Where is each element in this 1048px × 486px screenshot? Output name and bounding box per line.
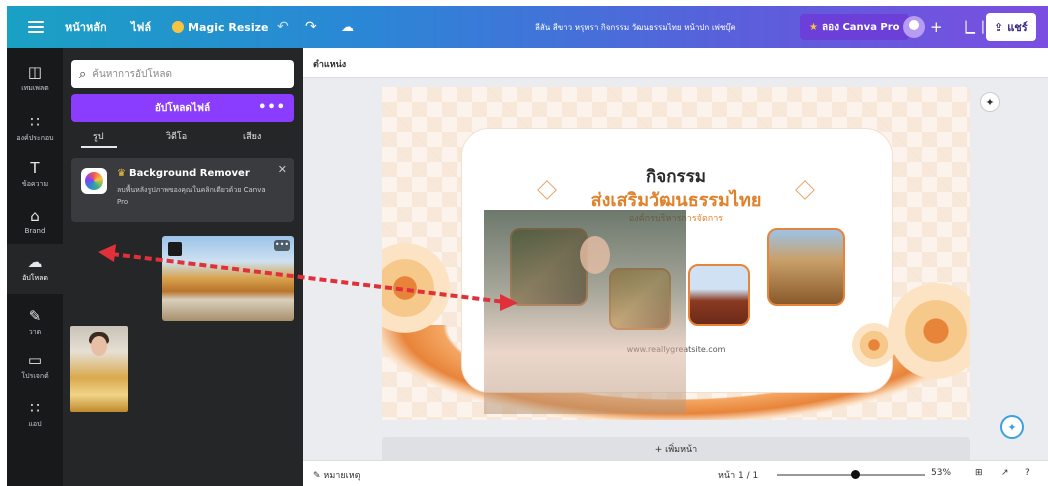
sidebar-item-label: Brand xyxy=(24,226,46,235)
search-placeholder: ค้นหาการอัปโหลด xyxy=(92,68,172,80)
share-icon: ⇪ xyxy=(994,20,1004,34)
brand-icon: ⌂ xyxy=(30,206,40,225)
magic-resize-button[interactable]: Magic Resize xyxy=(172,6,268,48)
sidebar-item-draw[interactable]: ✎ วาด xyxy=(7,298,63,348)
search-input[interactable]: ⌕ ค้นหาการอัปโหลด xyxy=(71,60,294,88)
select-checkbox[interactable] xyxy=(168,242,182,256)
sidebar-item-label: ข้อความ xyxy=(21,180,49,188)
crown-icon xyxy=(172,21,184,33)
sidebar-item-projects[interactable]: ▭ โปรเจกต์ xyxy=(7,342,63,392)
menu-button[interactable] xyxy=(28,6,44,48)
sidebar-item-label: วาด xyxy=(28,328,42,336)
tab-videos[interactable]: วิดีโอ xyxy=(166,129,187,143)
photo-frame[interactable] xyxy=(767,228,845,306)
image-more-options-icon[interactable]: ••• xyxy=(274,240,290,251)
sidebar-item-label: แอป xyxy=(28,420,42,428)
page-indicator[interactable]: หน้า 1 / 1 xyxy=(718,468,758,482)
apps-grid-icon: ∷ xyxy=(30,399,40,417)
more-options-icon[interactable]: ••• xyxy=(258,100,286,115)
active-tab-indicator xyxy=(81,146,117,148)
sidebar-item-text[interactable]: T ข้อความ xyxy=(7,150,63,200)
sidebar-item-uploads[interactable]: ☁ อัปโหลด xyxy=(7,244,63,294)
media-tabs: รูป วิดีโอ เสียง xyxy=(63,124,303,150)
zoom-slider-handle[interactable] xyxy=(851,470,861,479)
help-icon[interactable]: ? xyxy=(1025,468,1030,478)
crown-icon: ♛ xyxy=(117,168,126,179)
canva-editor: หน้าหลัก ไฟล์ Magic Resize ↶ ↷ ☁ ลีลัน ส… xyxy=(0,0,1048,486)
sidebar-item-label: องค์ประกอบ xyxy=(16,134,54,142)
sidebar-item-elements[interactable]: ∷ องค์ประกอบ xyxy=(7,104,63,154)
uploaded-image-woman[interactable] xyxy=(70,326,128,412)
analytics-icon[interactable]: ▕▁▕ xyxy=(958,6,983,48)
add-comment-icon[interactable]: ✦ xyxy=(980,92,1000,112)
search-icon: ⌕ xyxy=(79,66,87,82)
face-shape xyxy=(580,236,610,274)
star-icon: ★ xyxy=(809,21,818,33)
dragging-image-preview[interactable] xyxy=(484,210,686,414)
notes-icon: ✎ xyxy=(313,471,321,481)
zoom-level[interactable]: 53% xyxy=(931,468,951,478)
tab-audio[interactable]: เสียง xyxy=(243,129,261,143)
left-sidebar: ◫ เทมเพลต ∷ องค์ประกอบ T ข้อความ ⌂ Brand… xyxy=(7,48,63,486)
sidebar-item-brand[interactable]: ⌂ Brand xyxy=(7,196,63,246)
draw-icon: ✎ xyxy=(28,307,42,325)
hamburger-icon xyxy=(28,21,44,33)
cloud-sync-icon[interactable]: ☁ xyxy=(341,6,354,48)
tab-images[interactable]: รูป xyxy=(93,129,104,143)
sidebar-item-apps[interactable]: ∷ แอป xyxy=(7,390,63,440)
try-pro-label: ลอง Canva Pro xyxy=(821,21,900,33)
templates-icon: ◫ xyxy=(27,63,43,81)
sidebar-item-templates[interactable]: ◫ เทมเพลต xyxy=(7,54,63,104)
top-toolbar: หน้าหลัก ไฟล์ Magic Resize ↶ ↷ ☁ ลีลัน ส… xyxy=(7,6,1048,48)
fullscreen-icon[interactable]: ↗ xyxy=(1001,468,1009,478)
uploaded-image-palace[interactable]: ••• xyxy=(162,236,294,321)
folder-icon: ▭ xyxy=(27,351,43,369)
photo-frame[interactable] xyxy=(688,264,750,326)
background-remover-description: ลบพื้นหลังรูปภาพของคุณในคลิกเดียวด้วย Ca… xyxy=(117,186,266,206)
elements-icon: ∷ xyxy=(30,113,40,131)
sidebar-item-label: เทมเพลต xyxy=(21,84,49,92)
home-link[interactable]: หน้าหลัก xyxy=(65,6,107,48)
avatar[interactable] xyxy=(903,16,925,38)
magic-resize-label: Magic Resize xyxy=(188,20,269,34)
share-button[interactable]: ⇪ แชร์ xyxy=(986,13,1036,41)
face-shape xyxy=(91,336,107,356)
file-menu[interactable]: ไฟล์ xyxy=(131,6,151,48)
redo-icon[interactable]: ↷ xyxy=(305,6,317,48)
close-icon[interactable]: ✕ xyxy=(278,163,287,176)
uploads-panel: ⌕ ค้นหาการอัปโหลด อัปโหลดไฟล์ ••• รูป วิ… xyxy=(63,48,303,486)
text-icon: T xyxy=(30,159,40,177)
grid-view-icon[interactable]: ⊞ xyxy=(975,468,983,478)
background-remover-title-row: ♛ Background Remover xyxy=(117,168,250,179)
background-remover-title: Background Remover xyxy=(128,168,250,179)
add-people-icon[interactable]: + xyxy=(930,6,943,48)
editor-area: ตำแหน่ง ✦ กิจกรรม ส่งเสริมวัฒนธรรมไทย อง… xyxy=(303,48,1048,486)
notes-label: หมายเหตุ xyxy=(323,471,361,481)
share-label: แชร์ xyxy=(1007,21,1028,34)
sidebar-item-label: อัปโหลด xyxy=(22,274,48,282)
upload-files-button[interactable]: อัปโหลดไฟล์ ••• xyxy=(71,94,294,122)
upload-files-label: อัปโหลดไฟล์ xyxy=(154,102,211,114)
try-pro-button[interactable]: ★ ลอง Canva Pro xyxy=(800,14,909,40)
bottom-bar: ✎ หมายเหตุ หน้า 1 / 1 53% ⊞ ↗ ? xyxy=(303,460,1048,486)
notes-button[interactable]: ✎ หมายเหตุ xyxy=(313,468,360,482)
background-remover-card[interactable]: ♛ Background Remover ลบพื้นหลังรูปภาพของค… xyxy=(71,158,294,222)
background-remover-icon xyxy=(81,168,107,194)
sidebar-item-label: โปรเจกต์ xyxy=(21,372,49,380)
document-title[interactable]: ลีลัน สีขาว หรุหรา กิจกรรม วัฒนธรรมไทย ห… xyxy=(535,6,736,48)
uploads-icon: ☁ xyxy=(27,253,43,271)
undo-icon[interactable]: ↶ xyxy=(277,6,289,48)
editor-toolbar: ตำแหน่ง xyxy=(303,48,1048,78)
magic-assistant-icon[interactable]: ✦ xyxy=(1000,415,1024,439)
position-button[interactable]: ตำแหน่ง xyxy=(313,57,346,71)
